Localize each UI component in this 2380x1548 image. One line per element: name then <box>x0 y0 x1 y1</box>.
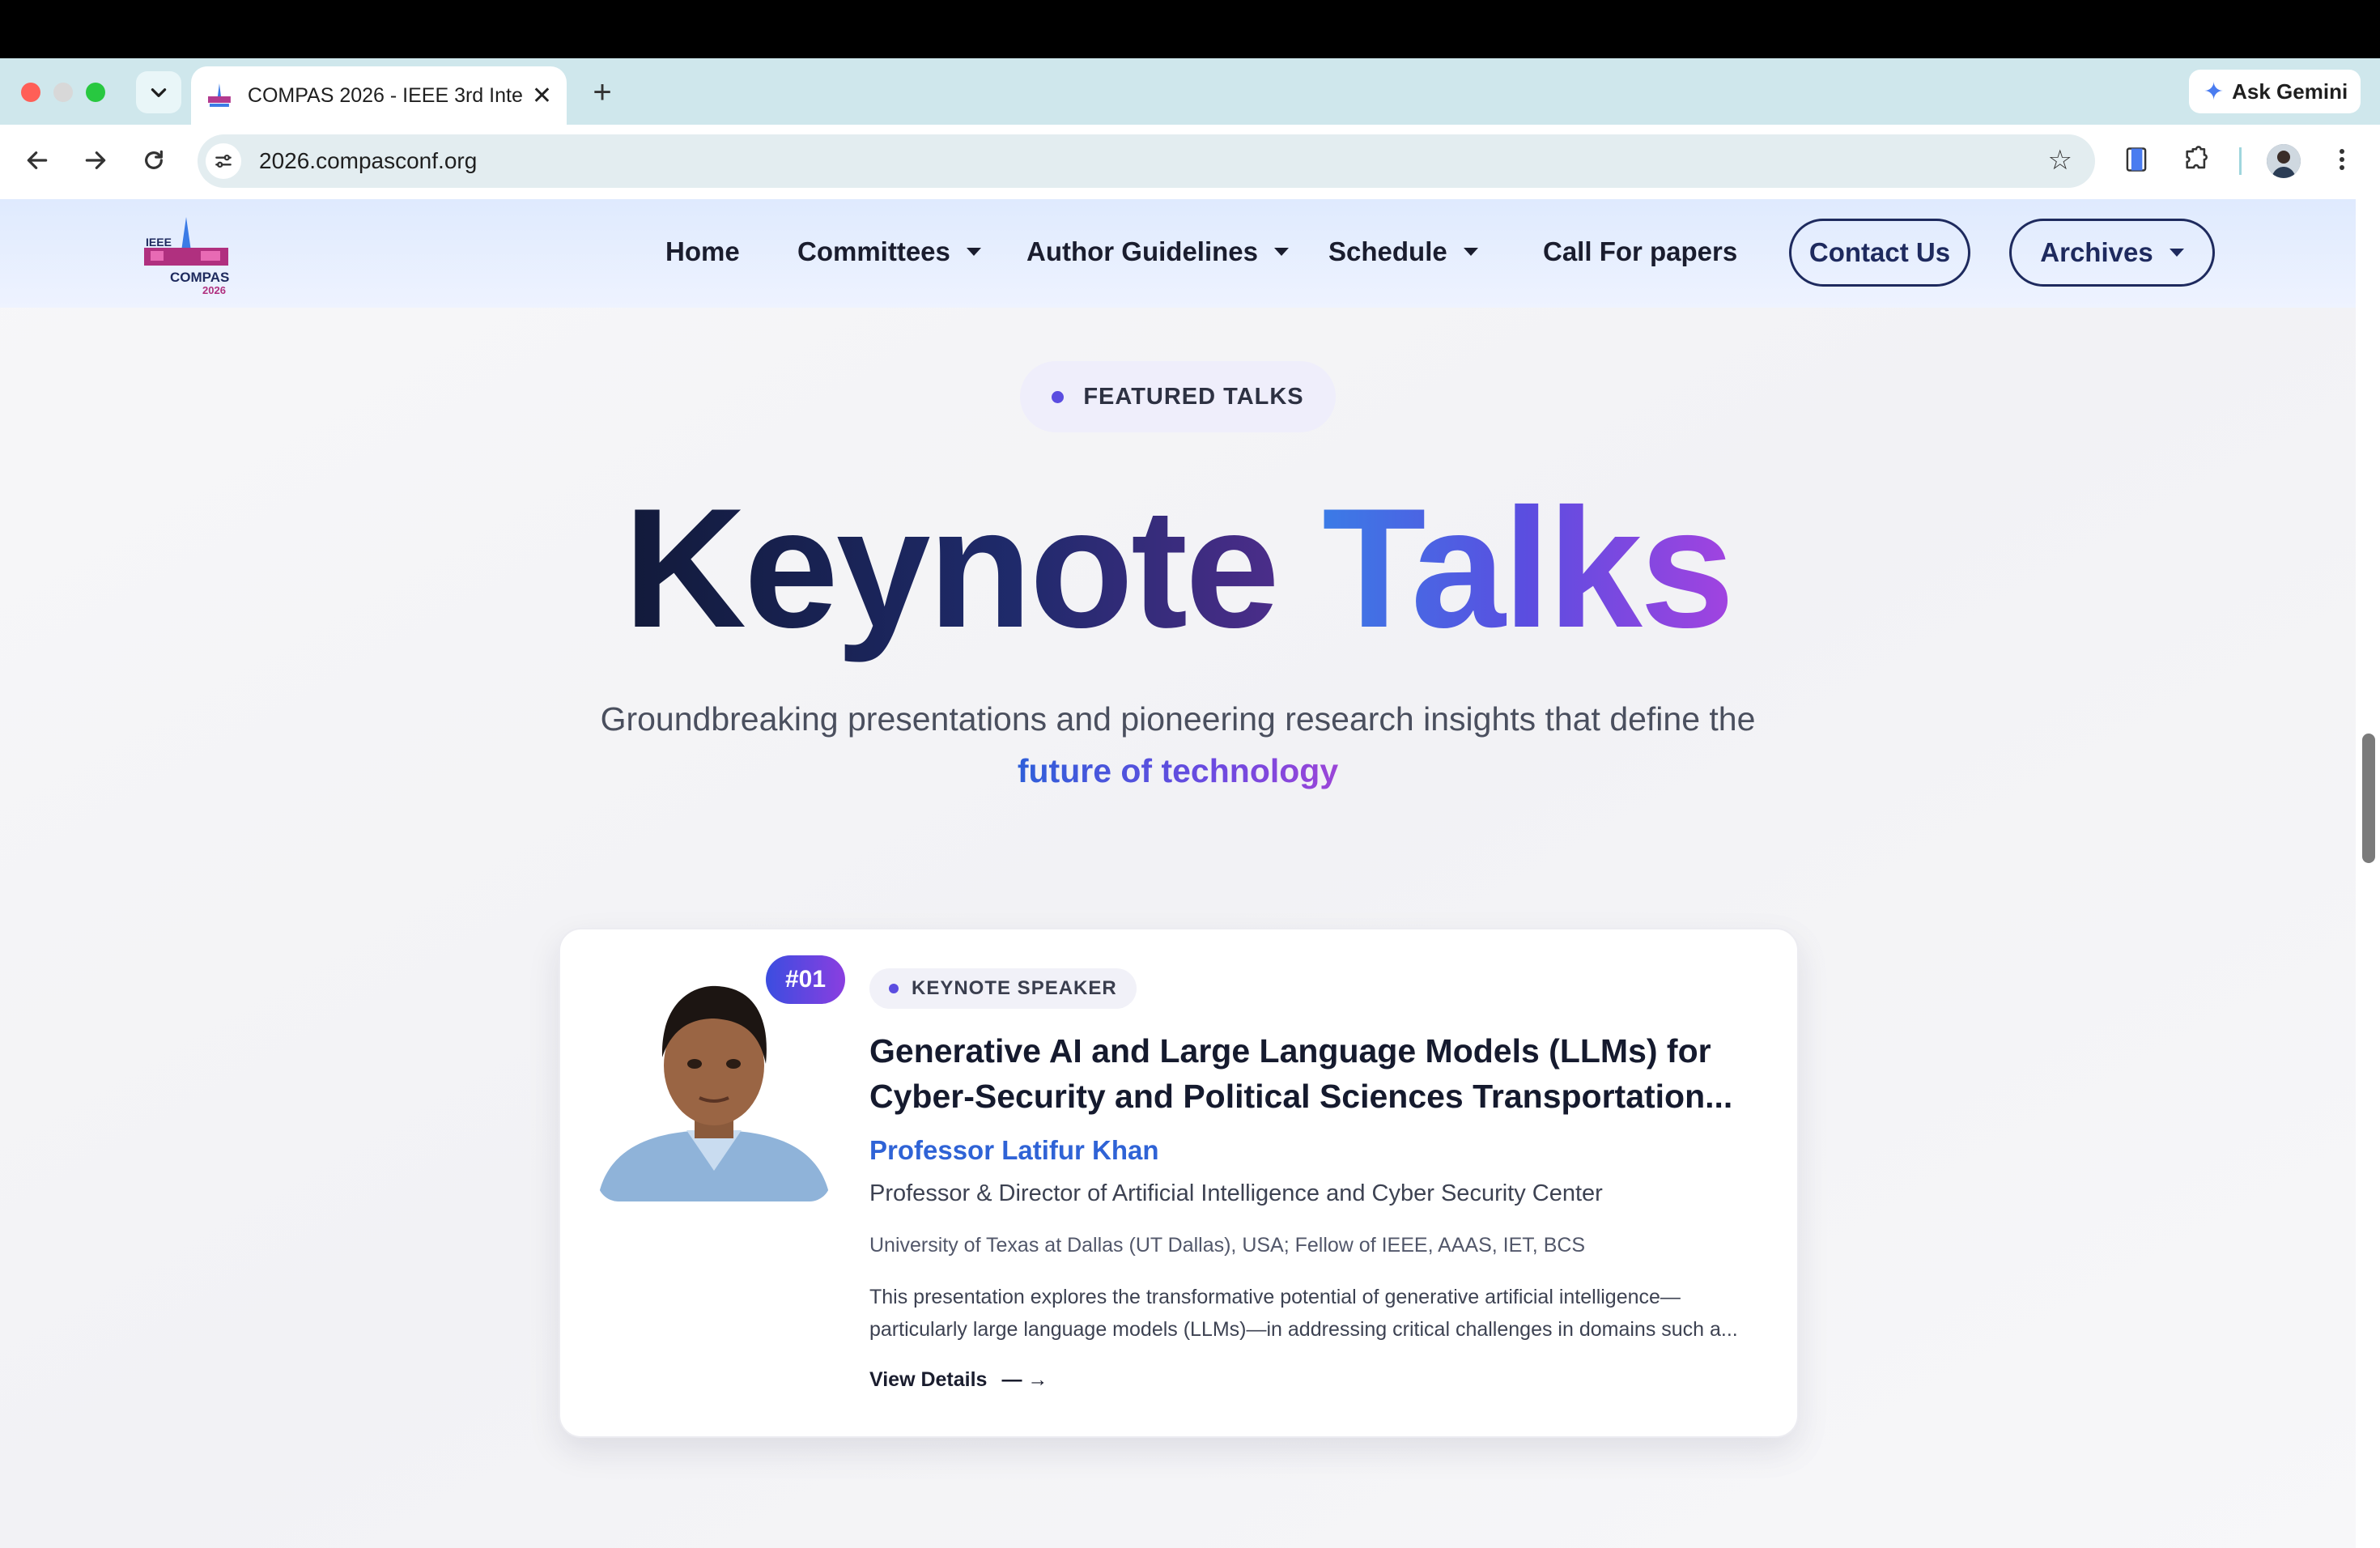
page-subtitle: Groundbreaking presentations and pioneer… <box>0 693 2356 797</box>
keynote-card[interactable]: #01 KEYNOTE SPEAKER Generative AI and La… <box>559 928 1799 1438</box>
svg-text:COMPAS: COMPAS <box>170 270 229 285</box>
tag-label: KEYNOTE SPEAKER <box>912 977 1117 999</box>
caret-down-icon <box>966 248 981 256</box>
profile-avatar[interactable] <box>2267 144 2301 178</box>
gemini-sparkle-icon: ✦ <box>2204 78 2225 105</box>
address-bar[interactable]: 2026.compasconf.org ☆ <box>198 134 2095 188</box>
new-tab-button[interactable]: + <box>581 71 623 113</box>
tag-dot-icon <box>889 984 899 993</box>
nav-call-for-papers-label: Call For papers <box>1543 236 1738 266</box>
browser-menu-icon[interactable] <box>2322 139 2362 180</box>
site-header: IEEE COMPAS 2026 Home Committees Author … <box>0 199 2356 308</box>
talk-title[interactable]: Generative AI and Large Language Models … <box>869 1028 1768 1119</box>
caret-down-icon <box>2169 249 2184 257</box>
page-title: Keynote Talks <box>0 474 2356 661</box>
nav-call-for-papers[interactable]: Call For papers <box>1543 236 1737 267</box>
close-tab-icon[interactable]: ✕ <box>532 82 552 110</box>
title-talks: Talks <box>1322 473 1734 663</box>
archives-label: Archives <box>2040 237 2153 267</box>
speaker-role: Professor & Director of Artificial Intel… <box>869 1180 1603 1206</box>
nav-author-guidelines-label: Author Guidelines <box>1026 236 1259 266</box>
nav-schedule-label: Schedule <box>1328 236 1447 266</box>
reload-button[interactable] <box>131 138 176 183</box>
speaker-affiliation: University of Texas at Dallas (UT Dallas… <box>869 1234 1586 1257</box>
keynote-speaker-tag: KEYNOTE SPEAKER <box>869 968 1137 1009</box>
subtitle-accent: future of technology <box>1017 752 1339 789</box>
contact-us-label: Contact Us <box>1808 237 1951 267</box>
title-keynote: Keynote <box>623 473 1280 663</box>
maximize-window-button[interactable] <box>86 83 105 102</box>
nav-committees[interactable]: Committees <box>797 236 981 267</box>
minimize-window-button[interactable] <box>53 83 73 102</box>
subtitle-text: Groundbreaking presentations and pioneer… <box>600 700 1756 738</box>
page-scrollbar-track[interactable] <box>2356 199 2380 1548</box>
contact-us-button[interactable]: Contact Us <box>1789 219 1970 287</box>
compas-logo[interactable]: IEEE COMPAS 2026 <box>139 215 233 296</box>
extensions-puzzle-icon[interactable] <box>2176 139 2216 180</box>
badge-label: FEATURED TALKS <box>1083 383 1304 410</box>
site-info-icon[interactable] <box>206 143 241 179</box>
reload-icon <box>145 150 163 169</box>
nav-committees-label: Committees <box>797 236 950 266</box>
browser-tab-active[interactable]: COMPAS 2026 - IEEE 3rd Inte ✕ <box>191 66 567 125</box>
view-details-label: View Details <box>869 1368 988 1391</box>
svg-text:IEEE: IEEE <box>146 236 172 249</box>
toolbar-separator <box>2239 147 2242 175</box>
compas-favicon-icon <box>207 83 231 107</box>
nav-home-label: Home <box>665 236 740 266</box>
tab-search-button[interactable] <box>136 71 181 113</box>
archives-button[interactable]: Archives <box>2009 219 2215 287</box>
caret-down-icon <box>1274 248 1290 256</box>
url-text: 2026.compasconf.org <box>259 148 478 173</box>
close-window-button[interactable] <box>21 83 40 102</box>
speaker-name[interactable]: Professor Latifur Khan <box>869 1135 1159 1166</box>
screen-top-bar <box>0 0 2380 58</box>
tab-title: COMPAS 2026 - IEEE 3rd Inte <box>247 83 522 107</box>
arrow-right-icon <box>85 151 106 169</box>
caret-down-icon <box>1463 248 1478 256</box>
reading-mode-icon[interactable] <box>2116 139 2157 180</box>
nav-author-guidelines[interactable]: Author Guidelines <box>1026 236 1290 267</box>
back-button[interactable] <box>15 138 60 183</box>
svg-text:2026: 2026 <box>202 284 226 296</box>
nav-home[interactable]: Home <box>665 236 740 267</box>
bookmark-star-icon[interactable]: ☆ <box>2048 144 2072 176</box>
ask-gemini-button[interactable]: ✦ Ask Gemini <box>2189 70 2361 113</box>
ask-gemini-label: Ask Gemini <box>2232 79 2348 104</box>
badge-dot-icon <box>1052 390 1065 403</box>
chevron-down-icon <box>151 88 167 97</box>
forward-button[interactable] <box>73 138 118 183</box>
talk-description: This presentation explores the transform… <box>869 1286 1738 1341</box>
page-scrollbar-thumb[interactable] <box>2362 734 2375 863</box>
nav-schedule[interactable]: Schedule <box>1328 236 1478 267</box>
featured-talks-badge: FEATURED TALKS <box>1020 361 1336 432</box>
web-page: IEEE COMPAS 2026 Home Committees Author … <box>0 199 2356 1548</box>
keynote-number-badge: #01 <box>766 955 845 1004</box>
arrow-right-icon: — → <box>1001 1368 1048 1391</box>
arrow-left-icon <box>27 151 48 169</box>
view-details-link[interactable]: View Details — → <box>869 1368 1048 1392</box>
